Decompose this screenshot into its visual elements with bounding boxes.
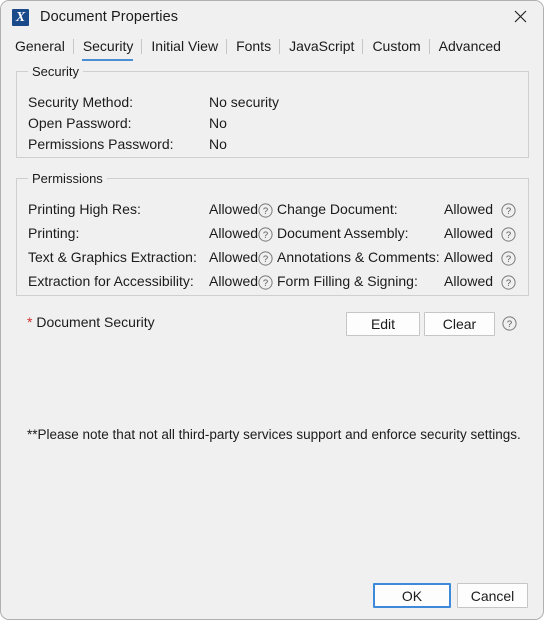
- tab-label: General: [15, 38, 65, 54]
- change-document-help-icon[interactable]: ?: [501, 203, 516, 218]
- change-document-label: Change Document:: [277, 201, 398, 217]
- security-note: **Please note that not all third-party s…: [27, 427, 521, 442]
- annotations-comments-help-icon[interactable]: ?: [501, 251, 516, 266]
- tab-fonts[interactable]: Fonts: [227, 37, 281, 62]
- text-graphics-extraction-help-icon[interactable]: ?: [258, 251, 273, 266]
- document-assembly-label: Document Assembly:: [277, 225, 409, 241]
- pdf-app-icon-glyph: X: [15, 9, 26, 25]
- tab-label: Initial View: [151, 38, 219, 54]
- printing-label: Printing:: [28, 225, 80, 241]
- open-password-label: Open Password:: [28, 115, 132, 131]
- security-method-value: No security: [209, 94, 280, 110]
- extraction-accessibility-label: Extraction for Accessibility:: [28, 273, 194, 289]
- svg-text:?: ?: [263, 230, 268, 241]
- text-graphics-extraction-label: Text & Graphics Extraction:: [28, 249, 197, 265]
- printing-high-res-help-icon[interactable]: ?: [258, 203, 273, 218]
- security-method-label: Security Method:: [28, 94, 134, 110]
- form-filling-signing-help-icon[interactable]: ?: [501, 275, 516, 290]
- svg-text:?: ?: [263, 206, 268, 217]
- cancel-button[interactable]: Cancel: [457, 583, 528, 608]
- document-security-text: Document Security: [36, 314, 155, 330]
- clear-button[interactable]: Clear: [424, 312, 495, 336]
- tab-custom[interactable]: Custom: [363, 37, 430, 62]
- permissions-password-value: No: [209, 136, 227, 152]
- svg-text:?: ?: [263, 254, 268, 265]
- extraction-accessibility-help-icon[interactable]: ?: [258, 275, 273, 290]
- svg-text:?: ?: [507, 319, 512, 330]
- permissions-password-label: Permissions Password:: [28, 136, 174, 152]
- tab-bar: General Security Initial View Fonts Java…: [1, 37, 543, 64]
- tab-label: Fonts: [236, 38, 272, 54]
- tab-advanced[interactable]: Advanced: [430, 37, 510, 62]
- window-title: Document Properties: [40, 9, 179, 25]
- tab-label: Advanced: [438, 38, 501, 54]
- security-group: Security Security Method: No security Op…: [16, 64, 529, 158]
- form-filling-signing-value: Allowed: [444, 273, 494, 289]
- permissions-group: Permissions Printing High Res: Allowed ?…: [16, 171, 529, 296]
- tab-general[interactable]: General: [15, 37, 74, 62]
- ok-button[interactable]: OK: [373, 583, 451, 608]
- printing-high-res-label: Printing High Res:: [28, 201, 141, 217]
- printing-value: Allowed: [209, 225, 259, 241]
- tab-security[interactable]: Security: [74, 37, 143, 62]
- text-graphics-extraction-value: Allowed: [209, 249, 259, 265]
- svg-text:?: ?: [506, 230, 511, 241]
- required-asterisk: *: [27, 314, 33, 330]
- printing-help-icon[interactable]: ?: [258, 227, 273, 242]
- open-password-value: No: [209, 115, 227, 131]
- tab-label: Custom: [372, 38, 421, 54]
- close-icon[interactable]: [497, 1, 543, 32]
- svg-text:?: ?: [263, 278, 268, 289]
- svg-text:?: ?: [506, 278, 511, 289]
- tab-initial-view[interactable]: Initial View: [142, 37, 228, 62]
- document-security-label: * Document Security: [27, 314, 155, 330]
- document-assembly-value: Allowed: [444, 225, 494, 241]
- change-document-value: Allowed: [444, 201, 494, 217]
- document-assembly-help-icon[interactable]: ?: [501, 227, 516, 242]
- title-bar: X Document Properties: [1, 1, 543, 33]
- svg-text:?: ?: [506, 206, 511, 217]
- tab-label: JavaScript: [289, 38, 355, 54]
- pdf-app-icon: X: [12, 8, 29, 26]
- tab-label: Security: [82, 38, 134, 54]
- svg-text:?: ?: [506, 254, 511, 265]
- document-security-help-icon[interactable]: ?: [502, 316, 517, 331]
- edit-button[interactable]: Edit: [346, 312, 420, 336]
- form-filling-signing-label: Form Filling & Signing:: [277, 273, 418, 289]
- permissions-group-legend: Permissions: [28, 171, 107, 186]
- security-group-legend: Security: [28, 64, 83, 79]
- annotations-comments-value: Allowed: [444, 249, 494, 265]
- document-properties-dialog: X Document Properties General Security I…: [0, 0, 544, 620]
- tab-javascript[interactable]: JavaScript: [280, 37, 364, 62]
- printing-high-res-value: Allowed: [209, 201, 259, 217]
- extraction-accessibility-value: Allowed: [209, 273, 259, 289]
- annotations-comments-label: Annotations & Comments:: [277, 249, 440, 265]
